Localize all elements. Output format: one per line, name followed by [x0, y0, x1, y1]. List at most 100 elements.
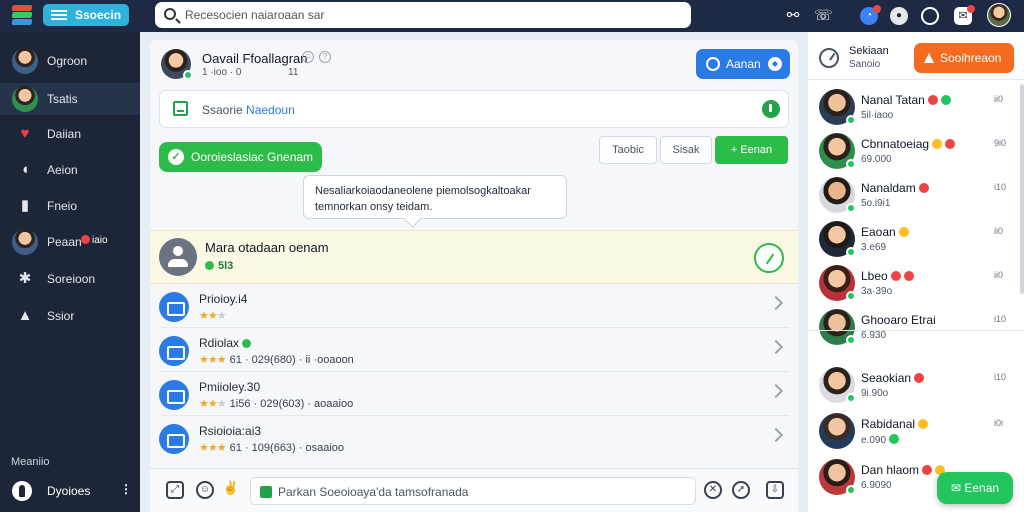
notification-icon[interactable]: ◔	[860, 5, 881, 25]
clock-icon[interactable]	[819, 48, 839, 68]
contact-item[interactable]: Rabidanal e.090 i0i	[808, 410, 1018, 454]
chevron-right-icon[interactable]	[768, 427, 784, 443]
sidebar-item-fneio[interactable]: ▮ Fneio	[0, 190, 140, 222]
user-avatar[interactable]	[987, 3, 1011, 27]
contact-name: Dan hlaom	[861, 463, 946, 477]
avatar	[12, 48, 38, 74]
app-logo-icon[interactable]	[10, 3, 36, 27]
list-item-title: Pmiioley.30	[199, 380, 261, 394]
chat-count: 11	[288, 67, 299, 78]
more-icon[interactable]: ⋮	[120, 482, 132, 496]
sidebar: Ogroon Tsatis ♥ Daiian ◖ Aeion ▮ Fneio P…	[0, 32, 140, 512]
segment-button-1[interactable]: Taobic	[599, 136, 657, 164]
segment-button-2[interactable]: Sisak	[660, 136, 712, 164]
list-item-title: Rsioioia:ai3	[199, 424, 262, 438]
contact-item[interactable]: Cbnnatoeiag 69.000 9i0	[808, 130, 1018, 174]
list-item-title: Rdiolax	[199, 336, 252, 350]
contact-item[interactable]: Seaokian 9i.90o i10	[808, 364, 1018, 408]
add-button[interactable]: + Eenan	[715, 136, 788, 164]
chevron-right-icon[interactable]	[768, 295, 784, 311]
message-box-icon	[173, 101, 188, 116]
phone-icon[interactable]: ☏	[814, 7, 833, 25]
contact-name: Lbeo	[861, 269, 914, 283]
conversation-search[interactable]: Ssaorie Naedoun	[159, 90, 789, 128]
emoji-icon[interactable]: ☺	[196, 481, 214, 499]
contact-name: Eaoan	[861, 225, 909, 239]
message-placeholder: Parkan Soeoioaya'da tamsofranada	[278, 485, 469, 499]
screenshot-icon[interactable]: ⇩	[766, 481, 784, 499]
sidebar-item-label: Soreioon	[47, 272, 96, 286]
sidebar-item-peaan[interactable]: Peaan iaio	[0, 226, 140, 258]
sidebar-item-label: Tsatis	[47, 92, 78, 106]
ring-icon[interactable]	[921, 7, 939, 25]
user-icon: ▲	[17, 307, 33, 324]
chevron-right-icon[interactable]	[768, 339, 784, 355]
sidebar-item-aeion[interactable]: ◖ Aeion	[0, 154, 140, 186]
chevron-right-icon[interactable]	[768, 383, 784, 399]
list-item[interactable]: Rdiolax ★★★ 61 · 029(680) · ii ·ooaoon	[159, 330, 789, 372]
sidebar-item-label: Ssior	[47, 309, 75, 323]
contacts-action-button[interactable]: Sooihreaon	[914, 43, 1014, 73]
sticker-icon[interactable]: ✌	[222, 481, 240, 499]
status-icon[interactable]: ●	[890, 7, 908, 25]
message-type-icon	[260, 486, 272, 498]
send-icon[interactable]: ➚	[732, 481, 750, 499]
list-item[interactable]: Pmiioley.30 ★★★ 1i56 · 029(603) · aoaaio…	[159, 374, 789, 416]
chat-subtitle: 1 ·ioo · 0	[202, 67, 242, 78]
sidebar-item-tsatis[interactable]: Tsatis	[0, 83, 140, 115]
scrollbar[interactable]	[1020, 84, 1024, 294]
brand-label: Ssoecin	[75, 8, 122, 22]
highlighted-conversation[interactable]: Mara otadaan oenam 5l3	[150, 230, 798, 284]
contact-name: Ghooaro Etrai	[861, 313, 936, 327]
list-item[interactable]: Prioioy.i4 ★★★	[159, 286, 789, 328]
list-item[interactable]: Rsioioia:ai3 ★★★ 61 · 109(663) · osaaioo	[159, 418, 789, 460]
contact-item[interactable]: Eaoan 3.e69 ii0	[808, 218, 1018, 262]
avatar	[819, 89, 856, 125]
avatar	[819, 309, 856, 345]
info-icon[interactable]	[762, 100, 780, 118]
add-button-label: Eenan	[740, 144, 773, 156]
brand-button[interactable]: Ssoecin	[43, 4, 129, 26]
avatar	[819, 133, 856, 169]
messages-icon[interactable]: ✉	[954, 5, 975, 25]
contact-item[interactable]: Nanaldam 5o.i9i1 i10	[808, 174, 1018, 218]
sidebar-item-ogroon[interactable]: Ogroon	[0, 45, 140, 77]
sidebar-item-label: Ogroon	[47, 54, 88, 68]
sidebar-item-ssior[interactable]: ▲ Ssior	[0, 300, 140, 332]
search-input[interactable]	[185, 5, 675, 25]
progress-ring-icon[interactable]	[754, 243, 784, 273]
contacts-panel: Sekiaan Sanoio Sooihreaon Nanal Tatan 5i…	[808, 32, 1024, 512]
floating-action-label: Eenan	[964, 481, 1000, 495]
sidebar-item-label: Fneio	[47, 199, 78, 213]
link-icon[interactable]: ⚯	[784, 7, 802, 25]
avatar	[819, 265, 856, 301]
contact-name: Nanaldam	[861, 181, 929, 195]
header-action-button[interactable]: Aanan ◆	[696, 49, 790, 79]
contact-item[interactable]: Ghooaro Etrai 6.930 i10	[808, 306, 1018, 350]
global-search[interactable]	[155, 2, 691, 28]
sidebar-item-soreioon[interactable]: ✱ Soreioon	[0, 263, 140, 295]
online-indicator	[183, 70, 193, 80]
menu-icon	[51, 10, 67, 20]
help-icon[interactable]: ?	[319, 51, 331, 63]
emoji-icon[interactable]: ☺	[302, 51, 314, 63]
contact-item[interactable]: Lbeo 3a·39o ii0	[808, 262, 1018, 306]
tools-icon[interactable]: ✕	[704, 481, 722, 499]
message-composer: ⤢ ☺ ✌ Parkan Soeoioaya'da tamsofranada ✕…	[150, 468, 798, 512]
contact-item[interactable]: Nanal Tatan 5il·iaoo ii0	[808, 86, 1018, 130]
contact-status: 6.9090	[861, 480, 892, 491]
message-input[interactable]: Parkan Soeoioaya'da tamsofranada	[250, 477, 696, 505]
avatar	[819, 177, 856, 213]
chat-panel: Oavail Ffoallagran ☺ ? 1 ·ioo · 0 11 Aan…	[150, 40, 798, 512]
floating-action-button[interactable]: ✉ Eenan	[937, 472, 1013, 504]
contact-status: 5o.i9i1	[861, 198, 891, 209]
sidebar-account[interactable]: Dyoioes ⋮	[0, 474, 140, 506]
attach-icon[interactable]: ⤢	[166, 481, 184, 499]
sidebar-item-label: Aeion	[47, 163, 78, 177]
sidebar-item-daiian[interactable]: ♥ Daiian	[0, 118, 140, 150]
folder-icon	[159, 424, 189, 454]
avatar	[12, 86, 38, 112]
conversation-meta: 5l3	[205, 260, 233, 272]
avatar[interactable]	[159, 47, 193, 81]
success-badge[interactable]: ✓ Ooroieslasiac Gnenam	[159, 142, 322, 172]
